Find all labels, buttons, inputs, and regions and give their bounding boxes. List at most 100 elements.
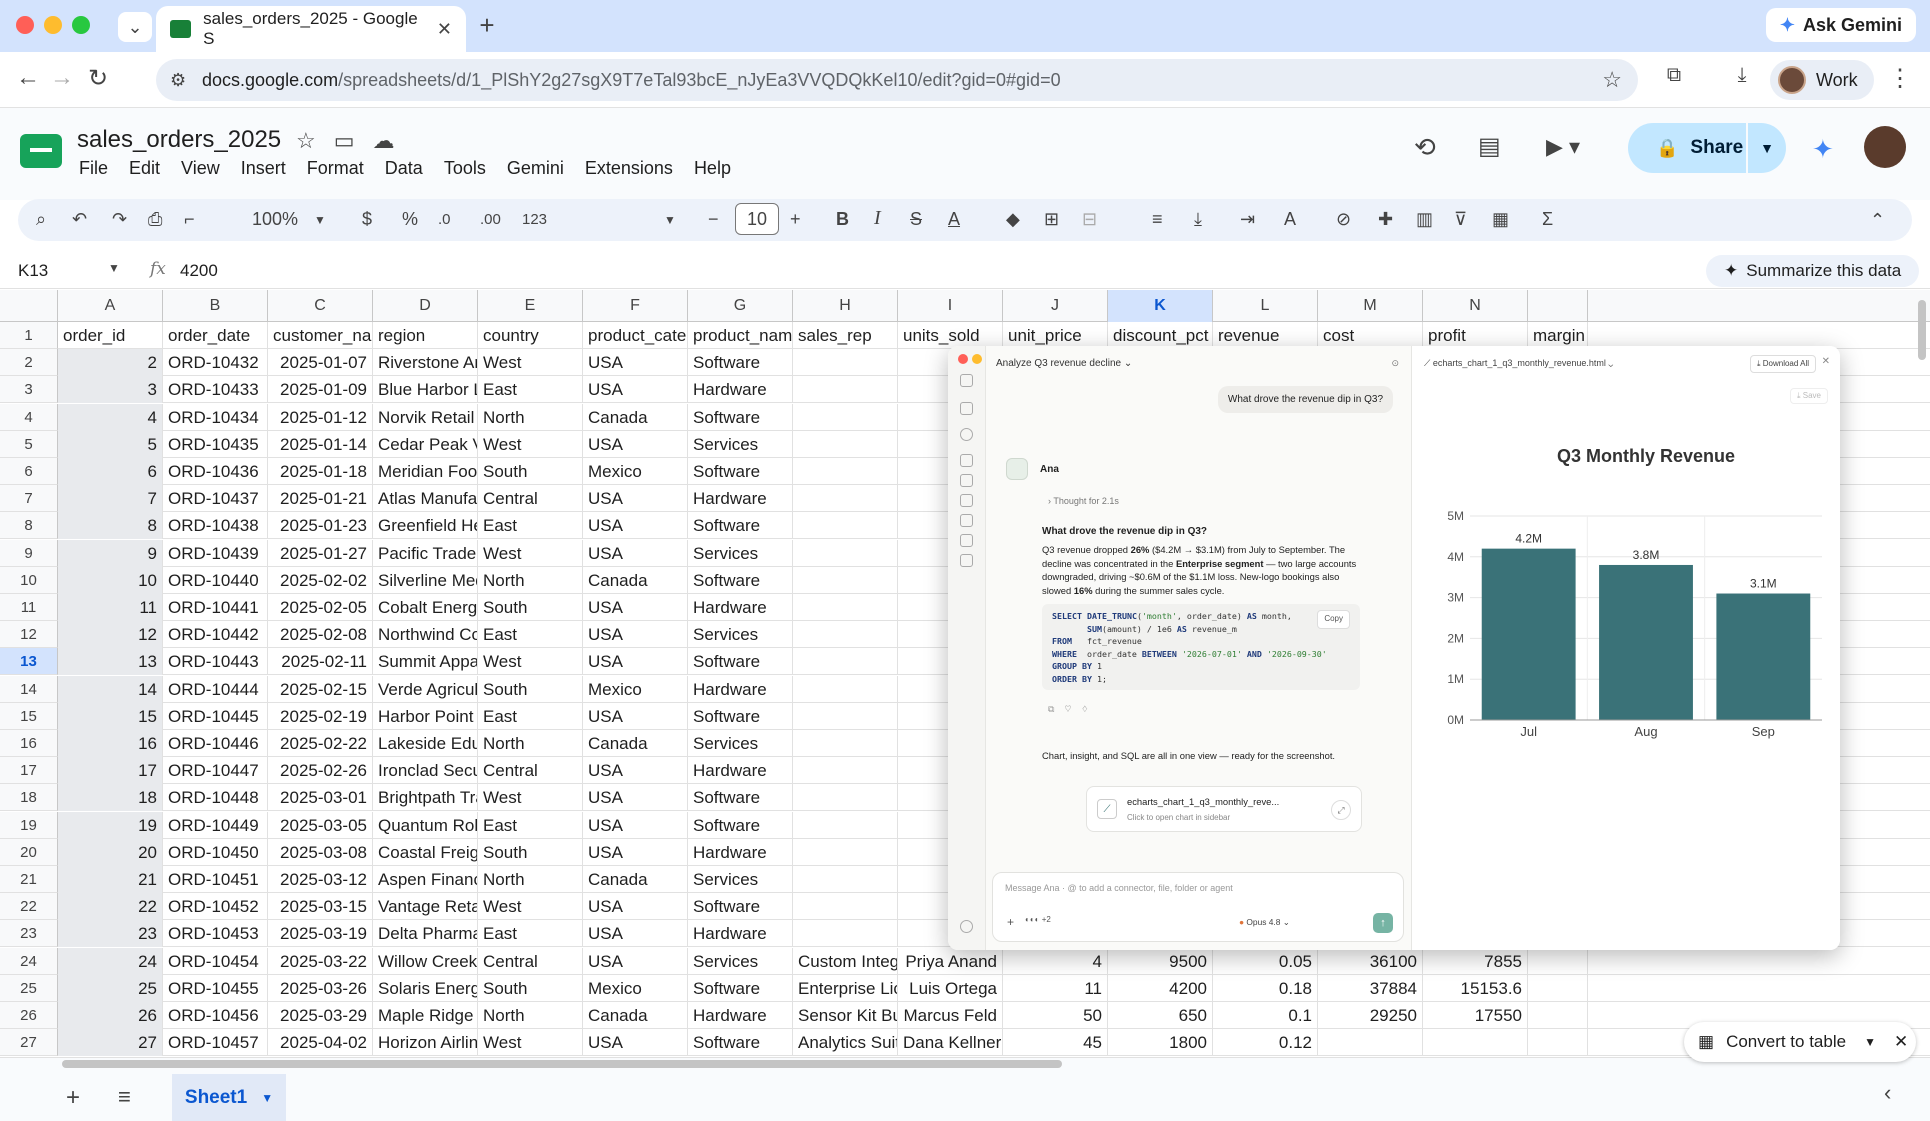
settings-icon[interactable] (960, 554, 973, 567)
cell[interactable]: units_sold (898, 322, 1003, 349)
cell[interactable]: 9500 (1108, 947, 1213, 975)
browser-menu-icon[interactable]: ⋮ (1884, 64, 1916, 93)
column-header-m[interactable]: M (1318, 290, 1423, 322)
cell[interactable]: 2025-02-11 (268, 648, 373, 676)
cell[interactable]: ORD-10436 (163, 458, 268, 485)
cell[interactable]: customer_name (268, 322, 373, 349)
filter-icon[interactable]: ⊽ (1454, 209, 1467, 230)
row-header[interactable]: 12 (0, 621, 58, 649)
cell[interactable]: 5 (58, 430, 163, 458)
cell[interactable]: USA (583, 920, 688, 948)
cell[interactable]: 4200 (1108, 974, 1213, 1002)
chats-icon[interactable] (960, 454, 973, 467)
cell[interactable]: 26 (58, 1002, 163, 1029)
cell[interactable]: South (478, 458, 583, 485)
cell[interactable] (1528, 1002, 1588, 1029)
cell[interactable]: 22 (58, 893, 163, 921)
cell[interactable]: ORD-10454 (163, 947, 268, 975)
cell[interactable]: USA (583, 947, 688, 975)
user-avatar-icon[interactable] (960, 920, 973, 933)
cell[interactable]: country (478, 322, 583, 349)
cell[interactable]: Mexico (583, 458, 688, 485)
cell[interactable]: Willow Creek Homes (373, 947, 478, 975)
cell[interactable]: 0.1 (1213, 1002, 1318, 1029)
cell[interactable]: Services (688, 947, 793, 975)
column-header-a[interactable]: A (58, 290, 163, 322)
cell[interactable]: 24 (58, 947, 163, 975)
zoom-window-button[interactable] (72, 16, 90, 34)
cell[interactable]: 23 (58, 920, 163, 948)
fill-color-icon[interactable]: ◆ (1006, 209, 1020, 230)
cell[interactable] (793, 430, 898, 458)
cell[interactable]: 18 (58, 784, 163, 812)
cell[interactable]: 2025-03-08 (268, 838, 373, 866)
cell[interactable]: Services (688, 866, 793, 893)
cell[interactable]: ORD-10432 (163, 349, 268, 377)
add-attachment-icon[interactable]: + (1007, 915, 1014, 929)
paint-format-icon[interactable]: ⌐ (184, 209, 195, 230)
downloads-icon[interactable]: ⤓ (1726, 64, 1758, 87)
all-sheets-icon[interactable]: ≡ (118, 1084, 131, 1110)
reload-icon[interactable]: ↻ (82, 64, 114, 93)
zoom-select[interactable]: 100% (252, 209, 298, 230)
close-window-button[interactable] (16, 16, 34, 34)
cell[interactable]: Harbor Point Bank (373, 702, 478, 730)
explore-collapse-icon[interactable]: ‹ (1884, 1080, 1891, 1106)
thumbs-down-icon[interactable]: ♢ (1081, 704, 1098, 714)
cell[interactable]: 2025-01-09 (268, 376, 373, 404)
column-header-k[interactable]: K (1108, 290, 1213, 322)
text-color-icon[interactable]: A (948, 209, 960, 230)
send-button[interactable]: ↑ (1373, 913, 1393, 933)
cell[interactable]: Atlas Manufacturing (373, 485, 478, 513)
cell[interactable]: Vantage Retail (373, 893, 478, 921)
column-header-i[interactable]: I (898, 290, 1003, 322)
cell[interactable]: Software (688, 893, 793, 921)
horizontal-scrollbar[interactable] (62, 1060, 1062, 1068)
cell[interactable]: ORD-10452 (163, 893, 268, 921)
cell[interactable] (793, 485, 898, 513)
cell[interactable]: discount_pct (1108, 322, 1213, 349)
cell[interactable]: cost (1318, 322, 1423, 349)
cell[interactable]: Central (478, 485, 583, 513)
undo-icon[interactable]: ↶ (72, 209, 87, 230)
cell[interactable]: Riverstone Analytics (373, 349, 478, 377)
ask-gemini-button[interactable]: ✦ Ask Gemini (1765, 8, 1916, 42)
cell[interactable]: 2025-02-26 (268, 757, 373, 785)
cell[interactable]: Hardware (688, 1002, 793, 1029)
cell[interactable]: USA (583, 784, 688, 812)
cell[interactable]: Custom Integration (793, 947, 898, 975)
cell[interactable]: 2025-01-07 (268, 349, 373, 377)
cell[interactable]: Priya Anand (898, 947, 1003, 975)
cell[interactable]: Pacific Trade Co (373, 539, 478, 567)
cell[interactable]: 2025-03-15 (268, 893, 373, 921)
version-history-icon[interactable]: ⟲ (1414, 132, 1436, 163)
cell[interactable]: Maple Ridge Foods (373, 1002, 478, 1029)
column-header-h[interactable]: H (793, 290, 898, 322)
cell[interactable]: 7855 (1423, 947, 1528, 975)
menu-file[interactable]: File (79, 158, 119, 179)
cell[interactable]: ORD-10449 (163, 811, 268, 839)
cell[interactable]: 2 (58, 349, 163, 377)
artifact-card[interactable]: ⟋ echarts_chart_1_q3_monthly_reve... Cli… (1086, 786, 1362, 832)
share-button[interactable]: 🔒 Share ▼ (1628, 123, 1786, 173)
share-dropdown-icon[interactable]: ▼ (1746, 123, 1786, 173)
thought-toggle[interactable]: › Thought for 2.1s (1048, 496, 1119, 506)
name-box[interactable]: K13 (18, 261, 48, 281)
italic-button[interactable]: I (874, 207, 881, 230)
insert-comment-icon[interactable]: ✚ (1378, 209, 1393, 230)
cell[interactable]: USA (583, 757, 688, 785)
cell[interactable]: Quantum Robotics (373, 811, 478, 839)
close-artifact-icon[interactable]: ✕ (1822, 356, 1830, 367)
cell[interactable]: Greenfield Health (373, 512, 478, 540)
url-bar[interactable]: ⚙ docs.google.com/spreadsheets/d/1_PlShY… (156, 59, 1638, 101)
cell[interactable]: 15153.6 (1423, 974, 1528, 1002)
cell[interactable]: Central (478, 947, 583, 975)
cell[interactable]: Analytics Suite Pro (793, 1029, 898, 1056)
row-header[interactable]: 11 (0, 594, 58, 621)
cell[interactable]: East (478, 811, 583, 839)
insert-chart-icon[interactable]: ▥ (1416, 209, 1433, 230)
close-tab-icon[interactable]: ✕ (437, 19, 452, 40)
cell[interactable] (793, 920, 898, 948)
cell[interactable]: 2025-03-22 (268, 947, 373, 975)
cell[interactable]: Services (688, 730, 793, 757)
